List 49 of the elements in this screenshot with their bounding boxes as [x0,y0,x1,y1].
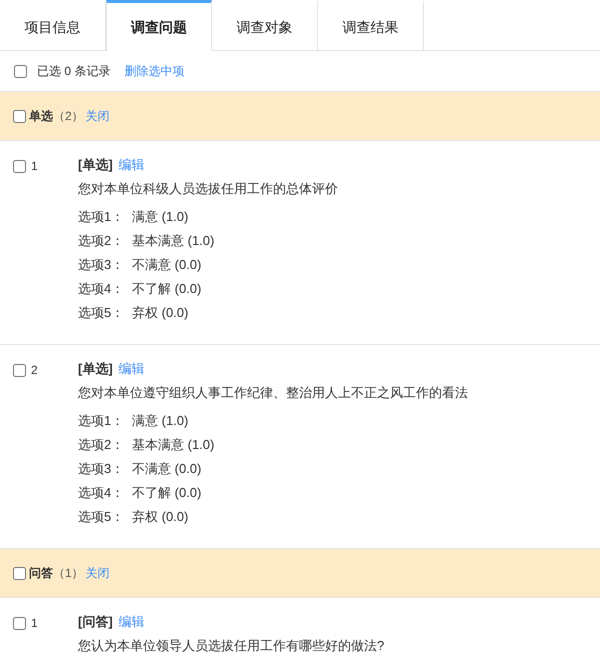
tab[interactable]: 调查问题 [106,0,212,51]
edit-link[interactable]: 编辑 [118,614,144,629]
question-number: 2 [31,363,38,377]
selection-count: 已选 0 条记录 [37,62,110,80]
question-type: [单选] [78,361,113,376]
tab[interactable]: 调查对象 [212,0,318,51]
option-label: 选项2： [78,436,126,454]
option-label: 选项1： [78,412,126,430]
question-text: 您对本单位科级人员选拔任用工作的总体评价 [78,180,339,198]
option-label: 选项3： [78,256,126,274]
option-label: 选项1： [78,208,126,226]
close-link[interactable]: 关闭 [86,108,110,124]
group-title: 单选 [29,108,53,124]
question-checkbox[interactable] [13,616,26,630]
group-title: 问答 [29,564,53,582]
group-count: （2） [53,108,84,124]
select-all-checkbox[interactable] [14,64,27,78]
option-value: 满意 (1.0) [132,412,188,430]
edit-link[interactable]: 编辑 [118,157,144,172]
option-label: 选项2： [78,232,126,250]
option-value: 弃权 (0.0) [132,304,188,322]
question-text: 您认为本单位领导人员选拔任用工作有哪些好的做法? [78,637,386,655]
question-text: 您对本单位遵守组织人事工作纪律、整治用人上不正之风工作的看法 [78,384,469,402]
option-value: 基本满意 (1.0) [132,436,214,454]
option-value: 不满意 (0.0) [132,460,202,478]
close-link[interactable]: 关闭 [86,564,110,582]
option-label: 选项5： [78,508,126,526]
edit-link[interactable]: 编辑 [118,361,144,376]
group-checkbox[interactable] [13,110,26,122]
group-count: （1） [53,564,84,582]
option-label: 选项5： [78,304,126,322]
option-label: 选项4： [78,280,126,298]
option-value: 不了解 (0.0) [132,484,202,502]
group-checkbox[interactable] [13,566,26,580]
question-checkbox[interactable] [13,364,26,376]
option-value: 弃权 (0.0) [132,508,188,526]
tab[interactable]: 调查结果 [318,0,424,51]
question-number: 1 [31,159,38,173]
option-label: 选项3： [78,460,126,478]
question-number: 1 [31,616,38,630]
option-value: 基本满意 (1.0) [132,232,214,250]
delete-selected-link[interactable]: 删除选中项 [124,62,184,80]
question-type: [单选] [78,157,113,172]
option-value: 不满意 (0.0) [132,256,202,274]
option-value: 满意 (1.0) [132,208,188,226]
question-type: [问答] [78,614,113,629]
option-value: 不了解 (0.0) [132,280,202,298]
option-label: 选项4： [78,484,126,502]
question-checkbox[interactable] [13,160,26,172]
